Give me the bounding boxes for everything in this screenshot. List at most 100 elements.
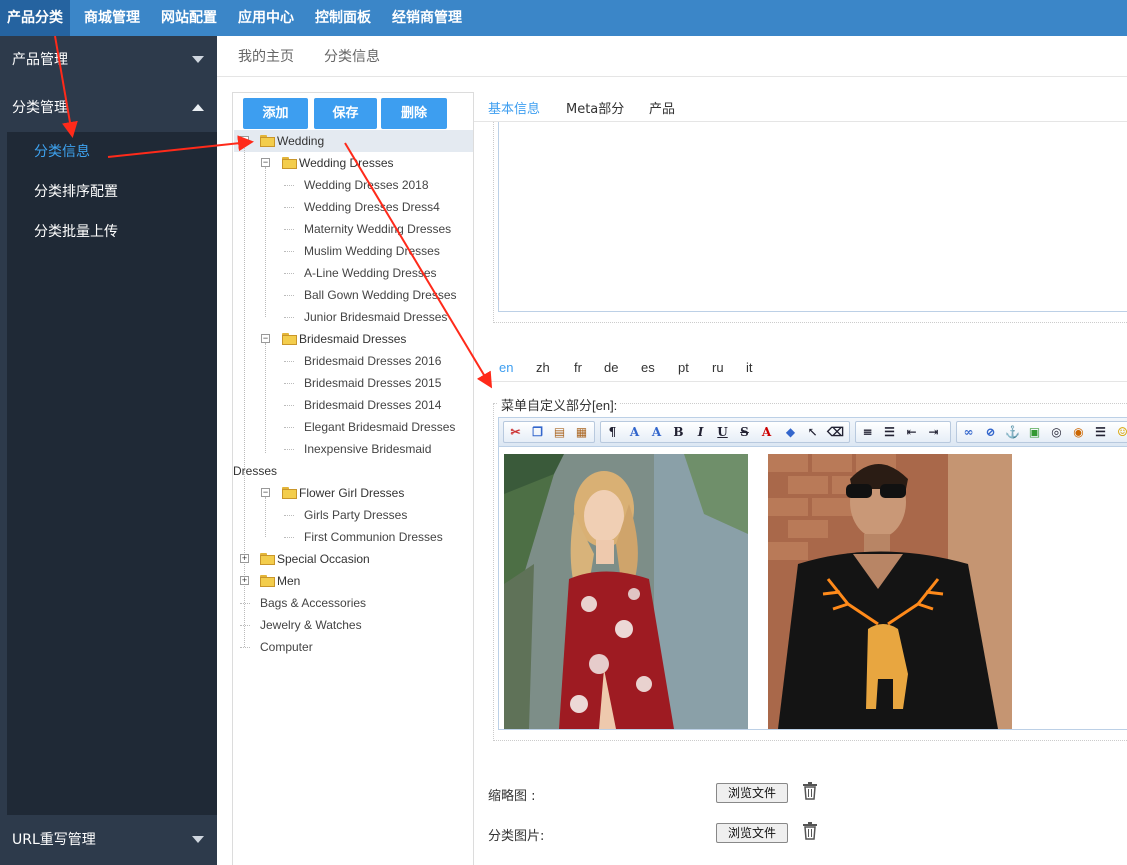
breadcrumb-home[interactable]: 我的主页 <box>238 46 294 66</box>
upper-editor-area[interactable] <box>498 122 1127 312</box>
topnav-mall[interactable]: 商城管理 <box>77 0 147 36</box>
topnav-app-center[interactable]: 应用中心 <box>231 0 301 36</box>
sidebar-section-products[interactable]: 产品管理 <box>0 36 217 84</box>
indent-icon[interactable]: ⇥ <box>926 425 941 440</box>
category-image-browse-button[interactable]: 浏览文件 <box>716 823 788 843</box>
sidebar-item-category-sort[interactable]: 分类排序配置 <box>7 172 217 212</box>
folder-closed-icon <box>260 575 276 587</box>
tree-node-root[interactable]: Bags & Accessories <box>260 592 366 614</box>
tree-node-leaf[interactable]: Maternity Wedding Dresses <box>304 218 451 240</box>
tree-node-leaf[interactable]: Inexpensive Bridesmaid <box>304 438 431 460</box>
select-all-icon[interactable]: ↖ <box>805 425 820 440</box>
breadcrumb: 我的主页 分类信息 <box>217 36 1127 77</box>
lang-tab-fr[interactable]: fr <box>574 360 582 375</box>
lang-tab-en[interactable]: en <box>499 360 513 375</box>
tree-node-wedding[interactable]: Wedding <box>277 130 324 152</box>
anchor-icon[interactable]: ⚓ <box>1005 425 1020 440</box>
thumbnail-browse-button[interactable]: 浏览文件 <box>716 783 788 803</box>
outdent-icon[interactable]: ⇤ <box>904 425 919 440</box>
topnav-dealer[interactable]: 经销商管理 <box>385 0 469 36</box>
trash-icon[interactable] <box>803 782 817 800</box>
collapse-toggle-icon[interactable]: − <box>261 488 270 497</box>
tree-node-leaf[interactable]: First Communion Dresses <box>304 526 443 548</box>
sidebar-item-category-info[interactable]: 分类信息 <box>7 132 217 172</box>
tree-node-wedding-dresses[interactable]: Wedding Dresses <box>299 152 394 174</box>
image-icon[interactable]: ▣ <box>1027 425 1042 440</box>
tree-node-leaf[interactable]: Bridesmaid Dresses 2014 <box>304 394 441 416</box>
tab-meta[interactable]: Meta部分 <box>566 98 624 117</box>
copy-icon[interactable]: ❐ <box>530 425 545 440</box>
paste-word-icon[interactable]: ▦ <box>574 425 589 440</box>
tree-node-root[interactable]: Jewelry & Watches <box>260 614 362 636</box>
sidebar-section-url-rewrite[interactable]: URL重写管理 <box>0 815 217 865</box>
collapse-toggle-icon[interactable]: − <box>240 136 249 145</box>
topnav-site-config[interactable]: 网站配置 <box>154 0 224 36</box>
tab-basic-info[interactable]: 基本信息 <box>488 98 540 117</box>
tree-node-men[interactable]: Men <box>277 570 300 592</box>
expand-toggle-icon[interactable]: + <box>240 576 249 585</box>
sidebar: 产品管理 分类管理 分类信息 分类排序配置 分类批量上传 URL重写管理 <box>0 36 217 865</box>
lang-tab-ru[interactable]: ru <box>712 360 724 375</box>
lang-tab-pt[interactable]: pt <box>678 360 689 375</box>
hr-icon[interactable]: ☰ <box>1093 425 1108 440</box>
link-icon[interactable]: ∞ <box>961 425 976 440</box>
folder-closed-icon <box>260 553 276 565</box>
underline-icon[interactable]: U <box>715 425 730 440</box>
tree-node-leaf[interactable]: Wedding Dresses 2018 <box>304 174 429 196</box>
delete-button[interactable]: 删除 <box>381 98 447 129</box>
cut-icon[interactable]: ✂ <box>508 425 523 440</box>
justify-icon[interactable]: ≡ <box>860 425 875 440</box>
tab-products[interactable]: 产品 <box>649 98 675 117</box>
media-icon[interactable]: ◉ <box>1071 425 1086 440</box>
product-photo-deer-tshirt[interactable] <box>768 454 1012 729</box>
highlight-color-icon[interactable]: ◆ <box>783 425 798 440</box>
unlink-icon[interactable]: ⊘ <box>983 425 998 440</box>
font-icon[interactable]: A <box>649 425 664 440</box>
tree-node-special-occasion[interactable]: Special Occasion <box>277 548 370 570</box>
tree-node-leaf[interactable]: Ball Gown Wedding Dresses <box>304 284 457 306</box>
format-block-icon[interactable]: ¶ <box>605 425 620 440</box>
emoticon-icon[interactable]: ☺ <box>1115 425 1127 440</box>
sidebar-item-category-upload[interactable]: 分类批量上传 <box>7 212 217 252</box>
tree-node-flower-girl[interactable]: Flower Girl Dresses <box>299 482 404 504</box>
lang-tab-zh[interactable]: zh <box>536 360 550 375</box>
tree-line <box>284 273 294 274</box>
topnav-control-panel[interactable]: 控制面板 <box>308 0 378 36</box>
tree-node-leaf[interactable]: Wedding Dresses Dress4 <box>304 196 440 218</box>
italic-icon[interactable]: I <box>693 425 708 440</box>
breadcrumb-current[interactable]: 分类信息 <box>324 46 380 66</box>
sidebar-section-label: URL重写管理 <box>12 832 96 848</box>
trash-icon[interactable] <box>803 822 817 840</box>
tree-node-leaf[interactable]: A-Line Wedding Dresses <box>304 262 437 284</box>
tree-node-leaf[interactable]: Muslim Wedding Dresses <box>304 240 440 262</box>
strikethrough-icon[interactable]: S <box>737 425 752 440</box>
tree-node-root[interactable]: Computer <box>260 636 313 658</box>
lang-tab-es[interactable]: es <box>641 360 655 375</box>
lang-tab-it[interactable]: it <box>746 360 753 375</box>
collapse-toggle-icon[interactable]: − <box>261 334 270 343</box>
thumbnail-label: 缩略图 : <box>488 789 536 804</box>
add-button[interactable]: 添加 <box>243 98 308 129</box>
flash-icon[interactable]: ◎ <box>1049 425 1064 440</box>
product-photo-red-dress[interactable] <box>504 454 748 729</box>
tree-node-leaf[interactable]: Junior Bridesmaid Dresses <box>304 306 447 328</box>
ordered-list-icon[interactable]: ☰ <box>882 425 897 440</box>
tree-node-leaf[interactable]: Bridesmaid Dresses 2015 <box>304 372 441 394</box>
tree-line <box>240 625 250 626</box>
paste-icon[interactable]: ▤ <box>552 425 567 440</box>
spellcheck-icon[interactable]: A <box>627 425 642 440</box>
tree-node-leaf[interactable]: Bridesmaid Dresses 2016 <box>304 350 441 372</box>
tree-node-leaf[interactable]: Girls Party Dresses <box>304 504 407 526</box>
lang-tab-de[interactable]: de <box>604 360 618 375</box>
sidebar-section-category[interactable]: 分类管理 <box>0 84 217 132</box>
save-button[interactable]: 保存 <box>314 98 377 129</box>
tree-node-leaf[interactable]: Elegant Bridesmaid Dresses <box>304 416 455 438</box>
text-color-icon[interactable]: A <box>759 425 774 440</box>
topnav-product-category[interactable]: 产品分类 <box>0 0 70 36</box>
collapse-toggle-icon[interactable]: − <box>261 158 270 167</box>
bold-icon[interactable]: B <box>671 425 686 440</box>
rich-text-editor[interactable]: ✂ ❐ ▤ ▦ ¶ A A B I U S A ◆ ↖ ⌫ ≡ ☰ ⇤ ⇥ ∞ … <box>498 417 1127 730</box>
expand-toggle-icon[interactable]: + <box>240 554 249 563</box>
tree-node-bridesmaid-dresses[interactable]: Bridesmaid Dresses <box>299 328 406 350</box>
eraser-icon[interactable]: ⌫ <box>827 425 844 440</box>
